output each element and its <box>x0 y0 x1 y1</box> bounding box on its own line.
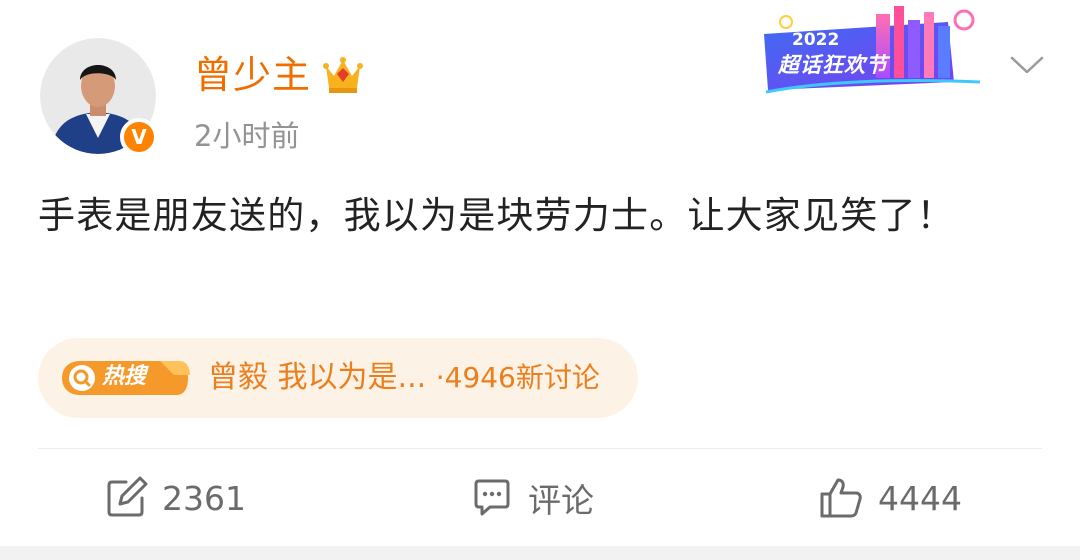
repost-button[interactable]: 2361 <box>104 470 246 526</box>
repost-count: 2361 <box>162 478 246 518</box>
divider <box>38 448 1042 449</box>
verified-badge-icon: V <box>120 118 158 156</box>
thumbs-up-icon <box>820 478 862 518</box>
banner-label: 超话狂欢节 <box>778 53 888 77</box>
author-name[interactable]: 曾少主 <box>194 50 311 100</box>
banner-year: 2022 <box>792 30 840 50</box>
hot-search-discussions: ·4946新讨论 <box>435 361 600 394</box>
comment-button[interactable]: 评论 <box>470 470 594 526</box>
comment-icon <box>474 479 510 516</box>
weibo-post-card: V 曾少主 2小时前 2022 超话狂欢节 手表是朋友送的，我以为是块劳力士。让… <box>0 0 1080 560</box>
chevron-down-icon[interactable] <box>1008 48 1046 80</box>
comment-label: 评论 <box>528 481 594 520</box>
hot-search-tag[interactable]: 热搜 曾毅 我以为是... ·4946新讨论 <box>38 338 638 418</box>
avatar[interactable]: V <box>40 38 158 156</box>
hot-search-label: 热搜 <box>102 364 147 389</box>
feed-separator <box>0 546 1080 560</box>
like-button[interactable]: 4444 <box>818 470 962 526</box>
repost-icon <box>107 476 148 517</box>
hot-search-topic: 曾毅 我以为是... <box>208 360 427 395</box>
post-content: 手表是朋友送的，我以为是块劳力士。让大家见笑了！ <box>38 194 955 237</box>
like-count: 4444 <box>878 478 962 518</box>
hot-search-text: 曾毅 我以为是... ·4946新讨论 <box>208 356 600 400</box>
crown-icon[interactable] <box>320 52 366 98</box>
post-timestamp: 2小时前 <box>194 119 300 153</box>
